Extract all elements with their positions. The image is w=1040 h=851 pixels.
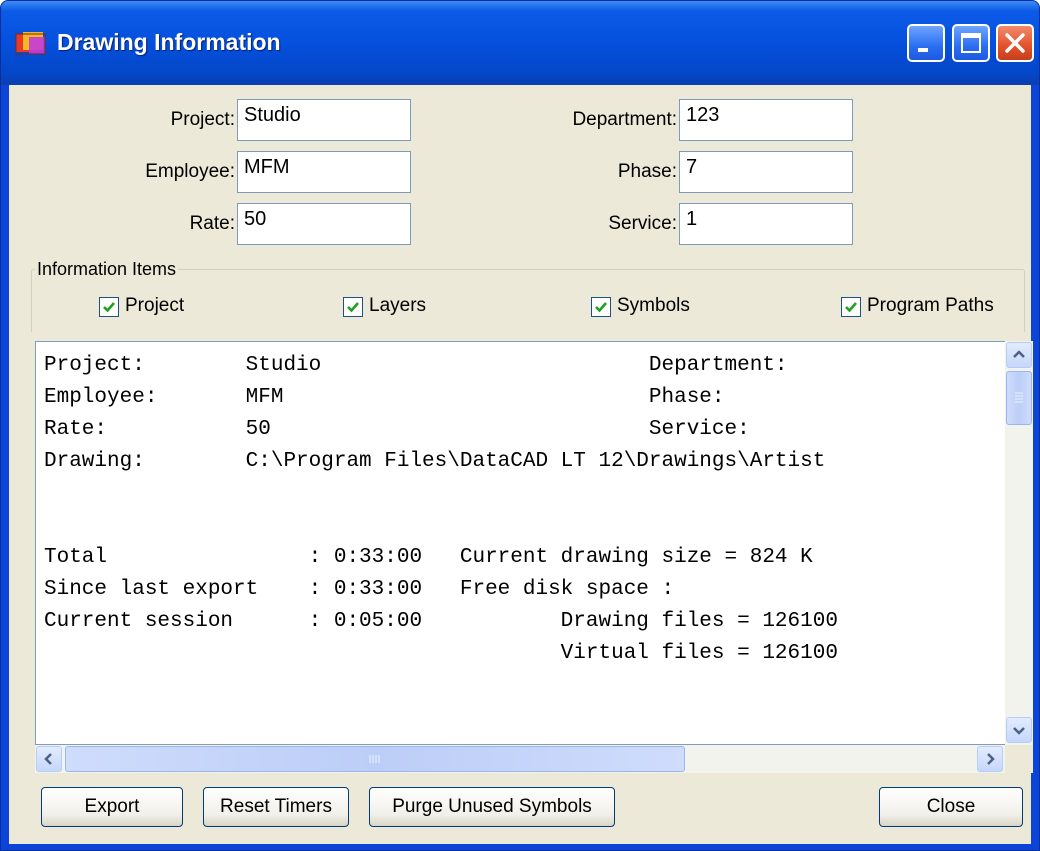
- checkmark-icon: [347, 302, 359, 313]
- maximize-button[interactable]: [952, 24, 990, 62]
- rate-label: Rate:: [189, 213, 235, 234]
- layers-checkbox[interactable]: [343, 297, 363, 317]
- title-bar[interactable]: Drawing Information: [1, 1, 1039, 85]
- employee-field[interactable]: MFM: [237, 151, 411, 193]
- horizontal-scroll-thumb[interactable]: [65, 746, 685, 772]
- scroll-right-button[interactable]: [977, 746, 1003, 772]
- program-paths-checkbox-label[interactable]: Program Paths: [867, 295, 994, 317]
- scroll-up-button[interactable]: [1006, 342, 1032, 368]
- drawing-info-app-icon: [15, 32, 46, 55]
- minimize-icon: [918, 48, 928, 52]
- report-line: Rate: 50 Service:: [44, 418, 750, 441]
- chevron-left-icon: [44, 753, 52, 765]
- chevron-down-icon: [1013, 727, 1025, 735]
- close-icon: [1005, 33, 1025, 53]
- rate-field[interactable]: 50: [237, 203, 411, 245]
- report-text-area[interactable]: Project: Studio Department: Employee: MF…: [35, 341, 1007, 745]
- project-field[interactable]: Studio: [237, 99, 411, 141]
- chevron-up-icon: [1013, 350, 1025, 358]
- information-items-title: Information Items: [35, 259, 179, 280]
- minimize-button[interactable]: [907, 24, 945, 62]
- vertical-scroll-thumb[interactable]: [1006, 371, 1032, 425]
- project-checkbox-label[interactable]: Project: [125, 295, 184, 317]
- project-label: Project:: [170, 109, 235, 130]
- report-line: Current session : 0:05:00 Drawing files …: [44, 610, 838, 633]
- department-label: Department:: [572, 109, 677, 130]
- program-paths-checkbox[interactable]: [841, 297, 861, 317]
- service-field[interactable]: 1: [679, 203, 853, 245]
- employee-label: Employee:: [145, 161, 235, 182]
- report-line: Drawing: C:\Program Files\DataCAD LT 12\…: [44, 450, 826, 473]
- report-line: Virtual files = 126100: [44, 642, 838, 665]
- checkmark-icon: [103, 302, 115, 313]
- service-label: Service:: [608, 213, 677, 234]
- symbols-checkbox[interactable]: [591, 297, 611, 317]
- close-window-button[interactable]: [996, 24, 1034, 62]
- scroll-left-button[interactable]: [36, 746, 62, 772]
- phase-label: Phase:: [617, 161, 677, 182]
- report-line: Total : 0:33:00 Current drawing size = 8…: [44, 546, 813, 569]
- project-checkbox[interactable]: [99, 297, 119, 317]
- purge-unused-symbols-button[interactable]: Purge Unused Symbols: [369, 787, 615, 827]
- maximize-icon: [961, 33, 981, 53]
- symbols-checkbox-label[interactable]: Symbols: [617, 295, 690, 317]
- report-line: Employee: MFM Phase:: [44, 386, 725, 409]
- vertical-scrollbar[interactable]: [1005, 341, 1033, 745]
- window-title: Drawing Information: [57, 29, 281, 55]
- grip-icon: [369, 755, 380, 763]
- phase-field[interactable]: 7: [679, 151, 853, 193]
- export-button[interactable]: Export: [41, 787, 183, 827]
- department-field[interactable]: 123: [679, 99, 853, 141]
- close-button[interactable]: Close: [879, 787, 1023, 827]
- report-line: Project: Studio Department:: [44, 354, 788, 377]
- scroll-down-button[interactable]: [1006, 717, 1032, 743]
- checkmark-icon: [595, 302, 607, 313]
- chevron-right-icon: [987, 753, 995, 765]
- layers-checkbox-label[interactable]: Layers: [369, 295, 426, 317]
- checkmark-icon: [845, 302, 857, 313]
- drawing-information-window: Drawing Information Project: Studio Empl…: [0, 0, 1040, 851]
- horizontal-scrollbar[interactable]: [35, 745, 1005, 773]
- reset-timers-button[interactable]: Reset Timers: [203, 787, 349, 827]
- grip-icon: [1015, 392, 1023, 403]
- report-line: Since last export : 0:33:00 Free disk sp…: [44, 578, 675, 601]
- scroll-corner: [1005, 745, 1033, 773]
- dialog-client-area: Project: Studio Employee: MFM Rate: 50 D…: [9, 85, 1033, 844]
